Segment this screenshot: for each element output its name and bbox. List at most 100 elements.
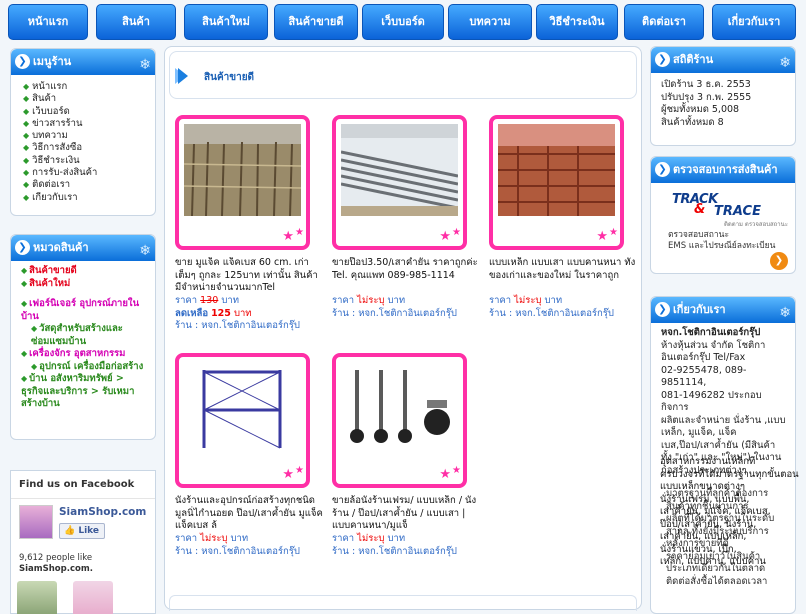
shop-menu-header: ❯ เมนูร้าน ❄ bbox=[11, 49, 155, 75]
stats-box: ❯ สถิติร้าน ❄ เปิดร้าน 3 ธ.ค. 2553 ปรับป… bbox=[650, 46, 796, 146]
shop-menu-box: ❯ เมนูร้าน ❄ ◆ หน้าแรก ◆ สินค้า ◆ เว็บบอร์ด… bbox=[10, 48, 156, 216]
product-shop[interactable]: ร้าน : หจก.โชติกาอินเตอร์กรุ๊ป bbox=[332, 546, 480, 559]
product-photo bbox=[341, 124, 458, 216]
arrow-circle-icon: ❯ bbox=[655, 52, 670, 67]
bullet-icon: ◆ bbox=[23, 118, 30, 128]
bullet-icon: ◆ bbox=[31, 324, 38, 333]
category-item[interactable]: ◆ เครื่องจักร อุตสาหกรรม bbox=[21, 348, 149, 361]
snowflake-icon: ❄ bbox=[139, 57, 151, 73]
snowflake-icon: ❄ bbox=[779, 55, 791, 71]
stat-updated: ปรับปรุง 3 ก.พ. 2555 bbox=[661, 91, 752, 103]
menu-item-about[interactable]: ◆ เกี่ยวกับเรา bbox=[23, 192, 147, 204]
nav-articles[interactable]: บทความ bbox=[448, 4, 532, 40]
stats-title: สถิติร้าน bbox=[673, 53, 714, 66]
snowflake-icon: ❄ bbox=[779, 305, 791, 321]
star-icon: ★ bbox=[439, 467, 451, 482]
nav-bestsellers[interactable]: สินค้าขายดี bbox=[274, 4, 358, 40]
star-icon: ★ bbox=[295, 465, 304, 476]
nav-webboard[interactable]: เว็บบอร์ด bbox=[362, 4, 444, 40]
menu-item-articles[interactable]: ◆ บทความ bbox=[23, 130, 147, 142]
product-image[interactable]: ★ ★ bbox=[175, 115, 310, 250]
bottom-strip bbox=[169, 595, 637, 611]
shop-menu-list: ◆ หน้าแรก ◆ สินค้า ◆ เว็บบอร์ด ◆ ข่าวสารร้าน… bbox=[11, 75, 155, 204]
product-sale-price: ลดเหลือ 125 บาท bbox=[175, 307, 252, 319]
bullet-icon: ◆ bbox=[23, 192, 30, 202]
star-icon: ★ bbox=[596, 229, 608, 244]
fan-avatar[interactable] bbox=[17, 581, 57, 614]
product-image[interactable]: ★ ★ bbox=[332, 115, 467, 250]
product-image[interactable]: ★ ★ bbox=[175, 353, 310, 488]
categories-title: หมวดสินค้า bbox=[33, 241, 89, 254]
menu-item-news[interactable]: ◆ ข่าวสารร้าน bbox=[23, 118, 147, 130]
arrow-right-icon[interactable]: ❯ bbox=[770, 252, 788, 270]
stats-header: ❯ สถิติร้าน ❄ bbox=[651, 47, 795, 73]
product-title[interactable]: ขายล้อนั่งร้านเฟรม/ แบบเหล็ก / นั่งร้าน … bbox=[332, 495, 480, 533]
product-shop[interactable]: ร้าน : หจก.โชติกาอินเตอร์กรุ๊ป bbox=[175, 546, 323, 559]
bullet-icon: ◆ bbox=[23, 106, 30, 116]
product-card[interactable]: ★ ★ ขายป๊อป3.50/เสาค้ำยัน ราคาถูกค่ะ Tel… bbox=[332, 115, 480, 320]
arrow-circle-icon: ❯ bbox=[15, 240, 30, 255]
product-price: ราคา ไม่ระบุ บาท bbox=[332, 295, 406, 306]
bullet-icon: ◆ bbox=[23, 180, 30, 190]
product-card[interactable]: ★ ★ แบบเหล็ก แบบเสา แบบคานหนา ทั้งของเก่… bbox=[489, 115, 637, 320]
menu-item-contact[interactable]: ◆ ติดต่อเรา bbox=[23, 179, 147, 191]
product-photo bbox=[184, 124, 301, 216]
breadcrumb-arrow-icon bbox=[178, 68, 188, 84]
star-icon: ★ bbox=[282, 229, 294, 244]
product-title[interactable]: ขายป๊อป3.50/เสาค้ำยัน ราคาถูกค่ะ Tel. คุ… bbox=[332, 257, 480, 295]
about-text: หจก.โชติกาอินเตอร์กรุ๊ป ห้างหุ้นส่วน จำก… bbox=[661, 327, 786, 476]
product-photo bbox=[341, 362, 458, 454]
nav-products[interactable]: สินค้า bbox=[96, 4, 176, 40]
category-item[interactable]: ◆ สินค้าขายดี bbox=[21, 265, 149, 278]
product-title[interactable]: แบบเหล็ก แบบเสา แบบคานหนา ทั้งของเก่าและ… bbox=[489, 257, 637, 295]
product-title[interactable]: ขาย มูแจ็ค แจ็คเบส 60 cm. เก่า เต็มๆ ถูก… bbox=[175, 257, 323, 295]
product-shop[interactable]: ร้าน : หจก.โชติกาอินเตอร์กรุ๊ป bbox=[332, 308, 480, 321]
product-price: ราคา ไม่ระบุ บาท bbox=[489, 295, 563, 306]
bullet-icon: ◆ bbox=[23, 143, 30, 153]
facebook-widget: Find us on Facebook SiamShop.com 👍 Like … bbox=[10, 470, 156, 614]
category-list: ◆ สินค้าขายดี ◆ สินค้าใหม่ ◆ เฟอร์นิเจอร์ อ… bbox=[11, 261, 155, 411]
menu-item-home[interactable]: ◆ หน้าแรก bbox=[23, 81, 147, 93]
category-item[interactable]: ◆ อุปกรณ์ เครื่องมือก่อสร้าง bbox=[21, 361, 149, 374]
menu-item-webboard[interactable]: ◆ เว็บบอร์ด bbox=[23, 106, 147, 118]
facebook-like-count: 9,612 people like SiamShop.com. bbox=[19, 553, 93, 574]
product-shop[interactable]: ร้าน : หจก.โชติกาอินเตอร์กรุ๊ป bbox=[489, 308, 637, 321]
menu-item-payment[interactable]: ◆ วิธีชำระเงิน bbox=[23, 155, 147, 167]
product-price: ราคา 130 บาท bbox=[175, 295, 239, 306]
product-title[interactable]: นั่งร้านและอุปกรณ์ก่อสร้างทุกชนิด มูลนิ่… bbox=[175, 495, 323, 533]
siamshop-logo[interactable] bbox=[19, 505, 53, 539]
category-item[interactable]: ◆ วัสดุสำหรับสร้างและซ่อมแซมบ้าน bbox=[21, 323, 149, 348]
menu-item-how-to-order[interactable]: ◆ วิธีการสั่งซื้อ bbox=[23, 142, 147, 154]
menu-item-products[interactable]: ◆ สินค้า bbox=[23, 93, 147, 105]
nav-contact[interactable]: ติดต่อเรา bbox=[624, 4, 704, 40]
bullet-icon: ◆ bbox=[23, 168, 30, 178]
facebook-like-button[interactable]: 👍 Like bbox=[59, 523, 105, 539]
overlapping-text: อุตสาหกรรมงานเหล็กที่ ครบวงจรที่ได้มาตรฐา… bbox=[660, 456, 799, 587]
category-item[interactable]: ◆ บ้าน อสังหาริมทรัพย์ > ธุรกิจและบริการ … bbox=[21, 373, 149, 411]
nav-payment[interactable]: วิธีชำระเงิน bbox=[536, 4, 618, 40]
menu-item-shipping[interactable]: ◆ การรับ-ส่งสินค้า bbox=[23, 167, 147, 179]
category-item[interactable]: ◆ เฟอร์นิเจอร์ อุปกรณ์ภายในบ้าน bbox=[21, 298, 149, 323]
track-and-trace-banner[interactable]: TRACK & TRACE ติดตาม ตรวจสอบสถานะ ตรวจสอ… bbox=[662, 188, 792, 270]
fan-avatar[interactable] bbox=[73, 581, 113, 614]
product-price: ราคา ไม่ระบุ บาท bbox=[332, 533, 406, 544]
top-navigation: หน้าแรก สินค้า สินค้าใหม่ สินค้าขายดี เว… bbox=[8, 4, 800, 40]
facebook-page-name[interactable]: SiamShop.com bbox=[59, 506, 146, 518]
categories-header: ❯ หมวดสินค้า ❄ bbox=[11, 235, 155, 261]
product-card[interactable]: ★ ★ ขายล้อนั่งร้านเฟรม/ แบบเหล็ก / นั่งร… bbox=[332, 353, 480, 558]
bullet-icon: ◆ bbox=[23, 131, 30, 141]
product-image[interactable]: ★ ★ bbox=[332, 353, 467, 488]
star-icon: ★ bbox=[439, 229, 451, 244]
bullet-icon: ◆ bbox=[23, 94, 30, 104]
product-image[interactable]: ★ ★ bbox=[489, 115, 624, 250]
nav-new-products[interactable]: สินค้าใหม่ bbox=[184, 4, 268, 40]
product-shop[interactable]: ร้าน : หจก.โชติกาอินเตอร์กรุ๊ป bbox=[175, 320, 323, 333]
product-photo bbox=[184, 362, 301, 454]
category-item[interactable]: ◆ สินค้าใหม่ bbox=[21, 278, 149, 291]
bullet-icon: ◆ bbox=[21, 349, 28, 358]
nav-about[interactable]: เกี่ยวกับเรา bbox=[712, 4, 796, 40]
stat-products: สินค้าทั้งหมด 8 bbox=[661, 116, 724, 128]
nav-home[interactable]: หน้าแรก bbox=[8, 4, 88, 40]
product-card[interactable]: ★ ★ นั่งร้านและอุปกรณ์ก่อสร้างทุกชนิด มู… bbox=[175, 353, 323, 558]
product-card[interactable]: ★ ★ ขาย มูแจ็ค แจ็คเบส 60 cm. เก่า เต็มๆ… bbox=[175, 115, 323, 333]
